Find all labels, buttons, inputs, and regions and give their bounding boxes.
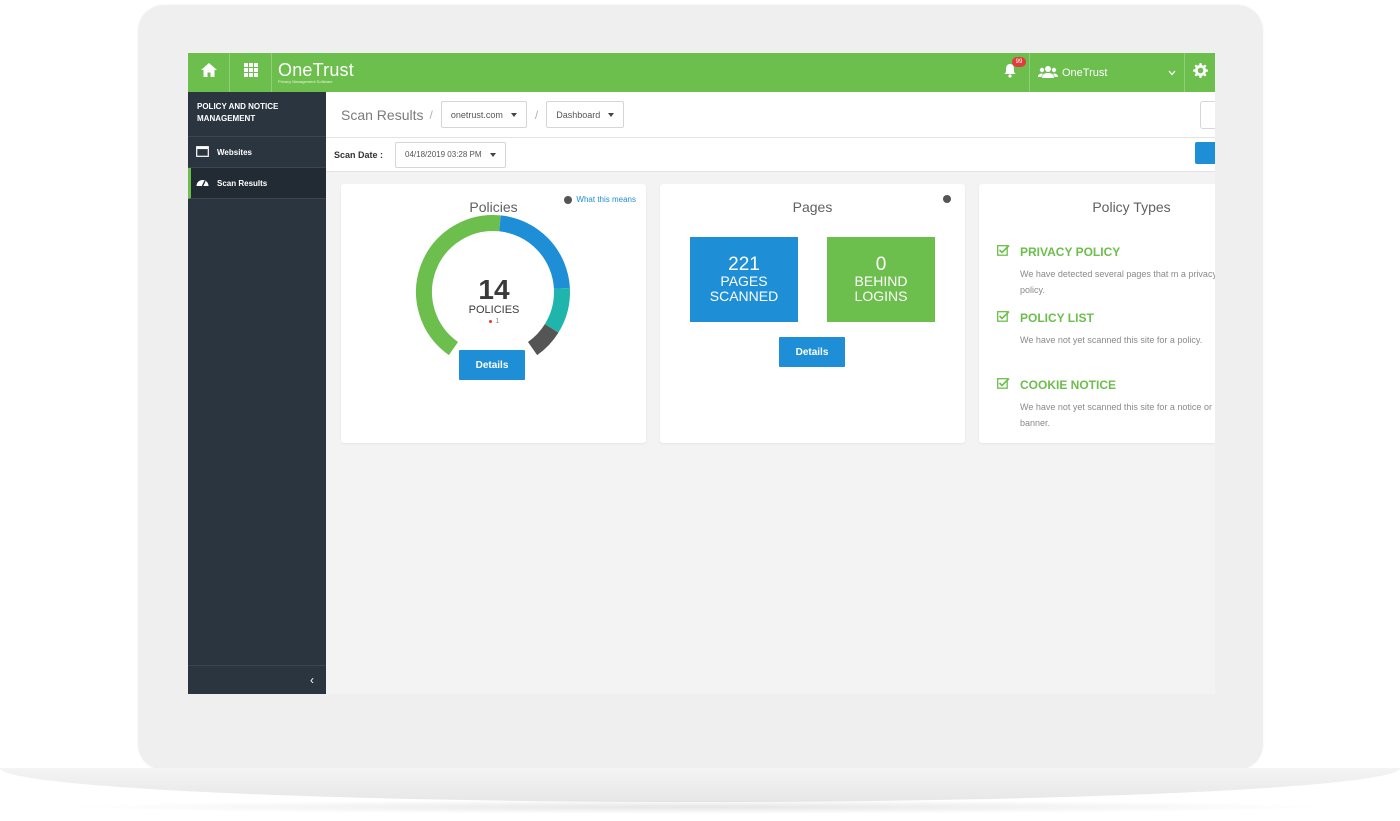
site-dropdown-value: onetrust.com [450, 109, 503, 120]
behind-logins-label: BEHIND [854, 273, 908, 289]
info-icon [943, 195, 951, 203]
policy-type-item: PRIVACY POLICY We have detected several … [997, 244, 1215, 298]
laptop-shadow [60, 800, 1340, 814]
breadcrumb-separator: / [534, 107, 539, 122]
scan-date-label: Scan Date : [334, 149, 384, 160]
behind-logins-label: LOGINS [854, 288, 908, 304]
pages-scanned-count: 221 [728, 254, 760, 275]
pages-scanned-label: SCANNED [709, 288, 779, 304]
policy-type-item: POLICY LIST We have not yet scanned this… [997, 310, 1215, 348]
breadcrumb-separator: / [429, 107, 433, 122]
policy-type-desc: We have not yet scanned this site for a … [1020, 335, 1203, 345]
policy-type-name: PRIVACY POLICY [1020, 244, 1121, 259]
pages-scanned-tile[interactable]: 221 PAGES SCANNED [690, 237, 798, 322]
page-title: Scan Results [341, 106, 424, 123]
policy-type-name: COOKIE NOTICE [1020, 377, 1117, 392]
settings-button[interactable] [1185, 53, 1215, 92]
donut-segment-dark[interactable] [527, 323, 559, 356]
check-square-icon [997, 244, 1020, 259]
sidebar-item-label: Scan Results [217, 178, 268, 188]
sidebar-collapse-button[interactable]: ‹ [188, 665, 326, 694]
topbar-right: 99 OneTrust [990, 53, 1215, 92]
policy-types-card: Policy Types PRIVACY POLICY We have dete… [979, 184, 1215, 443]
sidebar-item-label: Websites [217, 147, 252, 157]
pages-scanned-label: PAGES [720, 273, 768, 289]
caret-down-icon [489, 152, 496, 157]
policy-type-item: COOKIE NOTICE We have not yet scanned th… [997, 377, 1215, 431]
policy-types-title: Policy Types [1092, 199, 1171, 215]
sidebar-title: POLICY AND NOTICE MANAGEMENT [188, 92, 326, 137]
org-switcher[interactable]: OneTrust [1030, 53, 1185, 92]
policy-type-name: POLICY LIST [1020, 310, 1094, 325]
policies-count: 14 [478, 274, 510, 305]
donut-legend: 1 [444, 318, 544, 325]
behind-logins-count: 0 [875, 254, 887, 275]
chevron-left-icon: ‹ [310, 673, 314, 687]
policy-type-desc: We have detected several pages that m a … [1020, 269, 1215, 295]
pages-details-button[interactable]: Details [779, 337, 845, 367]
brand-logo[interactable]: OneTrust Privacy Management Software [272, 61, 354, 84]
app-grid-button[interactable] [230, 53, 272, 92]
scan-date-value: 04/18/2019 03:28 PM [405, 150, 482, 159]
policy-type-head[interactable]: COOKIE NOTICE [997, 377, 1215, 392]
donut-center: 14 POLICIES 1 [444, 274, 544, 326]
scan-date-dropdown[interactable]: 04/18/2019 03:28 PM [395, 141, 506, 168]
notification-badge: 99 [1012, 57, 1026, 67]
policy-type-head[interactable]: POLICY LIST [997, 310, 1215, 325]
home-button[interactable] [188, 53, 230, 92]
behind-logins-tile[interactable]: 0 BEHIND LOGINS [827, 237, 935, 322]
breadcrumb: Scan Results / onetrust.com / Dashboard [326, 92, 1215, 138]
header-action-button[interactable] [1200, 101, 1215, 129]
legend-value: 1 [495, 318, 500, 325]
sidebar-item-websites[interactable]: Websites [188, 137, 326, 168]
brand-name: OneTrust [278, 60, 354, 80]
policy-type-desc: We have not yet scanned this site for a … [1020, 402, 1212, 428]
gear-icon [1192, 62, 1208, 83]
donut-segment-teal[interactable] [544, 287, 570, 333]
org-name: OneTrust [1062, 66, 1108, 79]
browser-window-icon [196, 145, 217, 159]
caret-down-icon [608, 112, 615, 117]
check-square-icon [997, 310, 1020, 325]
pages-title: Pages [792, 199, 833, 215]
brand-subtitle: Privacy Management Software [278, 79, 333, 84]
sidebar-item-scan-results[interactable]: Scan Results [188, 168, 326, 199]
dashboard-gauge-icon [196, 177, 217, 189]
scan-date-bar: Scan Date : 04/18/2019 03:28 PM [326, 138, 1215, 172]
chevron-down-icon [1168, 67, 1176, 79]
policies-details-button[interactable]: Details [459, 350, 525, 380]
site-dropdown[interactable]: onetrust.com [440, 101, 527, 128]
top-navbar: OneTrust Privacy Management Software 99 … [188, 53, 1215, 92]
sidebar: POLICY AND NOTICE MANAGEMENT Websites Sc… [188, 92, 326, 694]
policies-count-label: POLICIES [468, 304, 520, 316]
notifications-button[interactable]: 99 [990, 53, 1030, 92]
view-dropdown[interactable]: Dashboard [546, 101, 625, 128]
policy-type-head[interactable]: PRIVACY POLICY [997, 244, 1215, 259]
scan-action-button[interactable] [1195, 142, 1215, 164]
policies-card: Policies What this means 14 POLICIES 1 D… [341, 184, 646, 443]
pages-info-button[interactable] [943, 195, 955, 203]
app-screen: OneTrust Privacy Management Software 99 … [188, 53, 1215, 694]
main-content: Scan Results / onetrust.com / Dashboard … [326, 92, 1215, 694]
laptop-base [0, 768, 1400, 802]
home-icon [200, 62, 218, 83]
users-icon [1038, 65, 1058, 81]
check-square-icon [997, 377, 1020, 392]
caret-down-icon [510, 112, 517, 117]
pages-card: Pages 221 PAGES SCANNED 0 BEHIND LOGINS … [660, 184, 965, 443]
view-dropdown-value: Dashboard [556, 109, 601, 120]
grid-icon [243, 63, 258, 82]
legend-dot [488, 319, 492, 323]
